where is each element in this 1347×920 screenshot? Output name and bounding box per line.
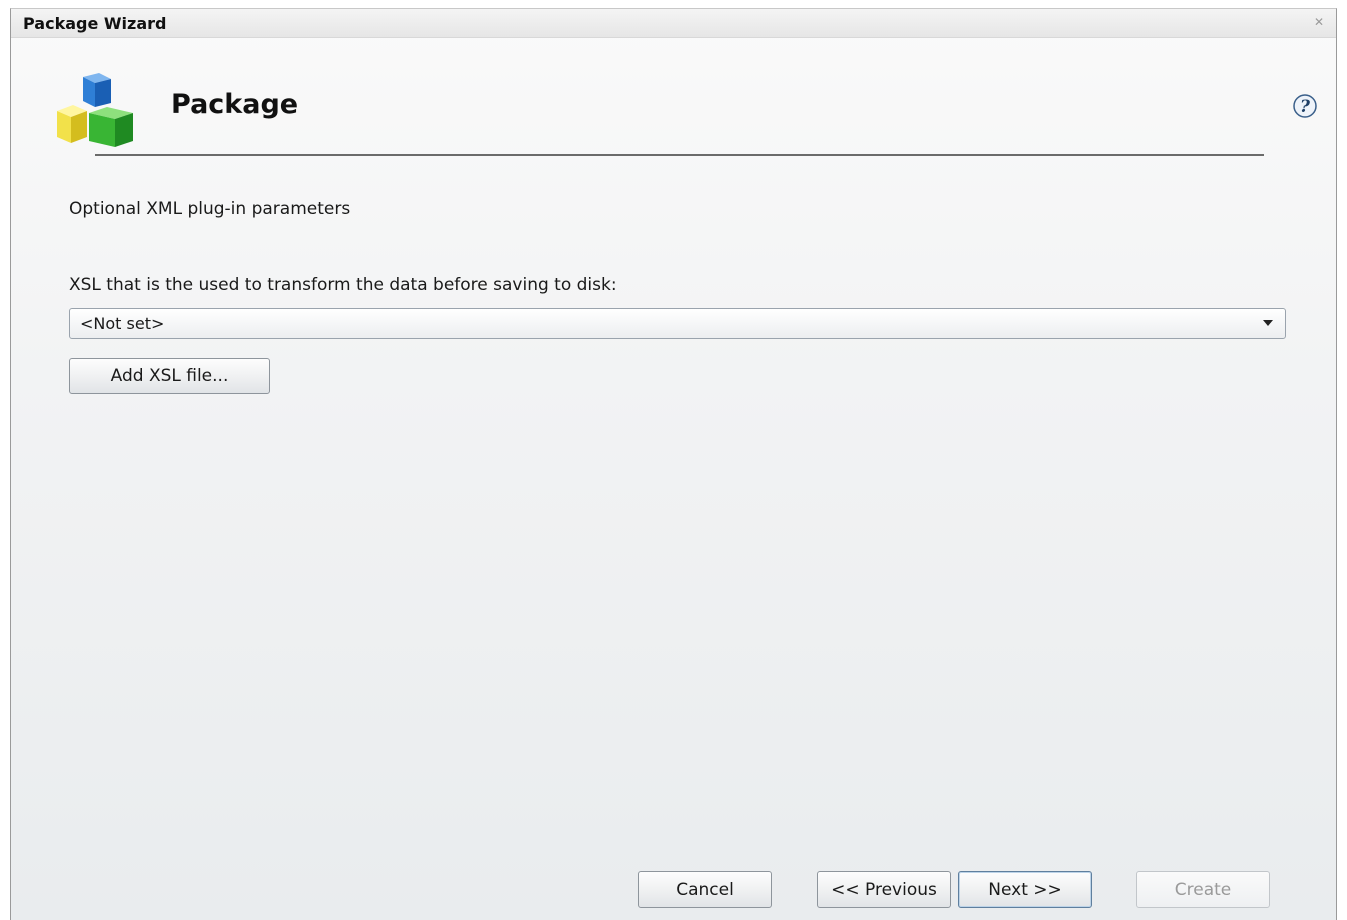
cancel-button[interactable]: Cancel [638, 871, 772, 908]
close-icon[interactable]: ✕ [1312, 15, 1326, 29]
header-divider [95, 154, 1264, 156]
title-bar: Package Wizard ✕ [11, 9, 1336, 38]
add-xsl-file-button[interactable]: Add XSL file... [69, 358, 270, 394]
xsl-select-value: <Not set> [80, 314, 165, 333]
previous-button[interactable]: << Previous [817, 871, 951, 908]
section-label: Optional XML plug-in parameters [69, 199, 351, 219]
package-cubes-icon [57, 73, 133, 147]
page-title: Package [171, 89, 299, 120]
svg-text:?: ? [1300, 97, 1311, 117]
xsl-field-label: XSL that is the used to transform the da… [69, 275, 617, 295]
next-button[interactable]: Next >> [958, 871, 1092, 908]
chevron-down-icon [1263, 320, 1273, 326]
package-wizard-window: Package Wizard ✕ Package ? Optional XML … [10, 8, 1337, 920]
xsl-select[interactable]: <Not set> [69, 308, 1286, 339]
create-button[interactable]: Create [1136, 871, 1270, 908]
help-icon[interactable]: ? [1292, 93, 1318, 119]
window-title: Package Wizard [23, 14, 167, 33]
